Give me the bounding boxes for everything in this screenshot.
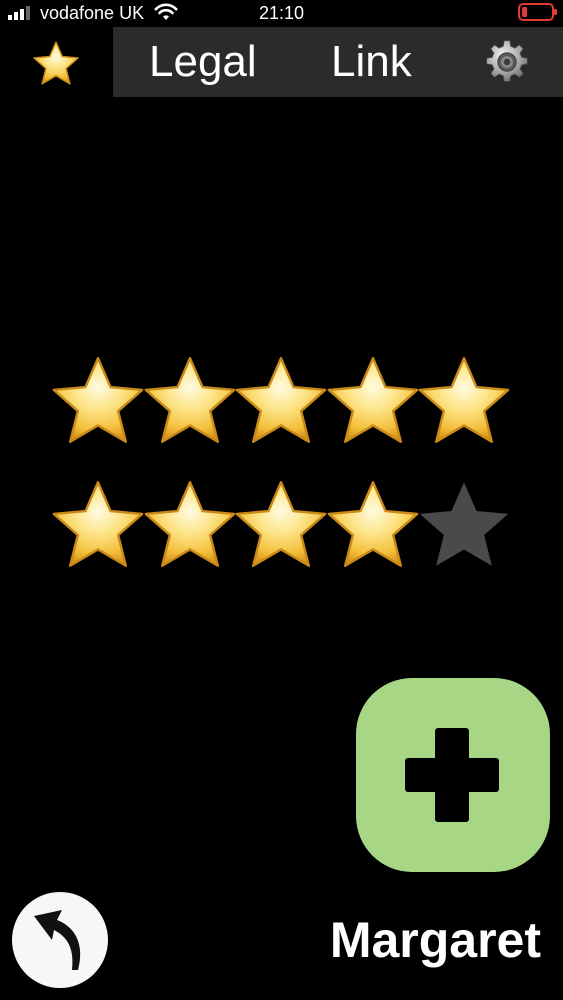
status-bar: vodafone UK 21:10 xyxy=(0,0,563,26)
filled-star-icon xyxy=(144,357,235,443)
star-row xyxy=(50,352,512,448)
gear-icon[interactable] xyxy=(484,39,530,85)
filled-star-icon xyxy=(235,357,327,443)
tab-legal[interactable]: Legal xyxy=(149,27,257,97)
filled-star-icon xyxy=(235,481,327,567)
status-time: 21:10 xyxy=(258,3,305,23)
filled-star-icon xyxy=(418,357,510,443)
star-icon[interactable] xyxy=(32,40,80,86)
add-button[interactable] xyxy=(356,678,550,872)
tab-link[interactable]: Link xyxy=(331,27,412,97)
top-nav-bar: Legal Link xyxy=(113,27,563,97)
back-button[interactable] xyxy=(12,892,108,988)
battery-icon xyxy=(518,3,557,21)
back-arrow-icon xyxy=(34,910,81,970)
star-row xyxy=(50,476,512,572)
star-rating xyxy=(50,352,512,572)
user-name: Margaret xyxy=(329,912,541,968)
filled-star-icon xyxy=(52,481,144,567)
filled-star-icon xyxy=(144,481,235,567)
filled-star-icon xyxy=(327,357,418,443)
filled-star-icon xyxy=(52,357,144,443)
filled-star-icon xyxy=(327,481,418,567)
empty-star-icon xyxy=(419,482,509,566)
